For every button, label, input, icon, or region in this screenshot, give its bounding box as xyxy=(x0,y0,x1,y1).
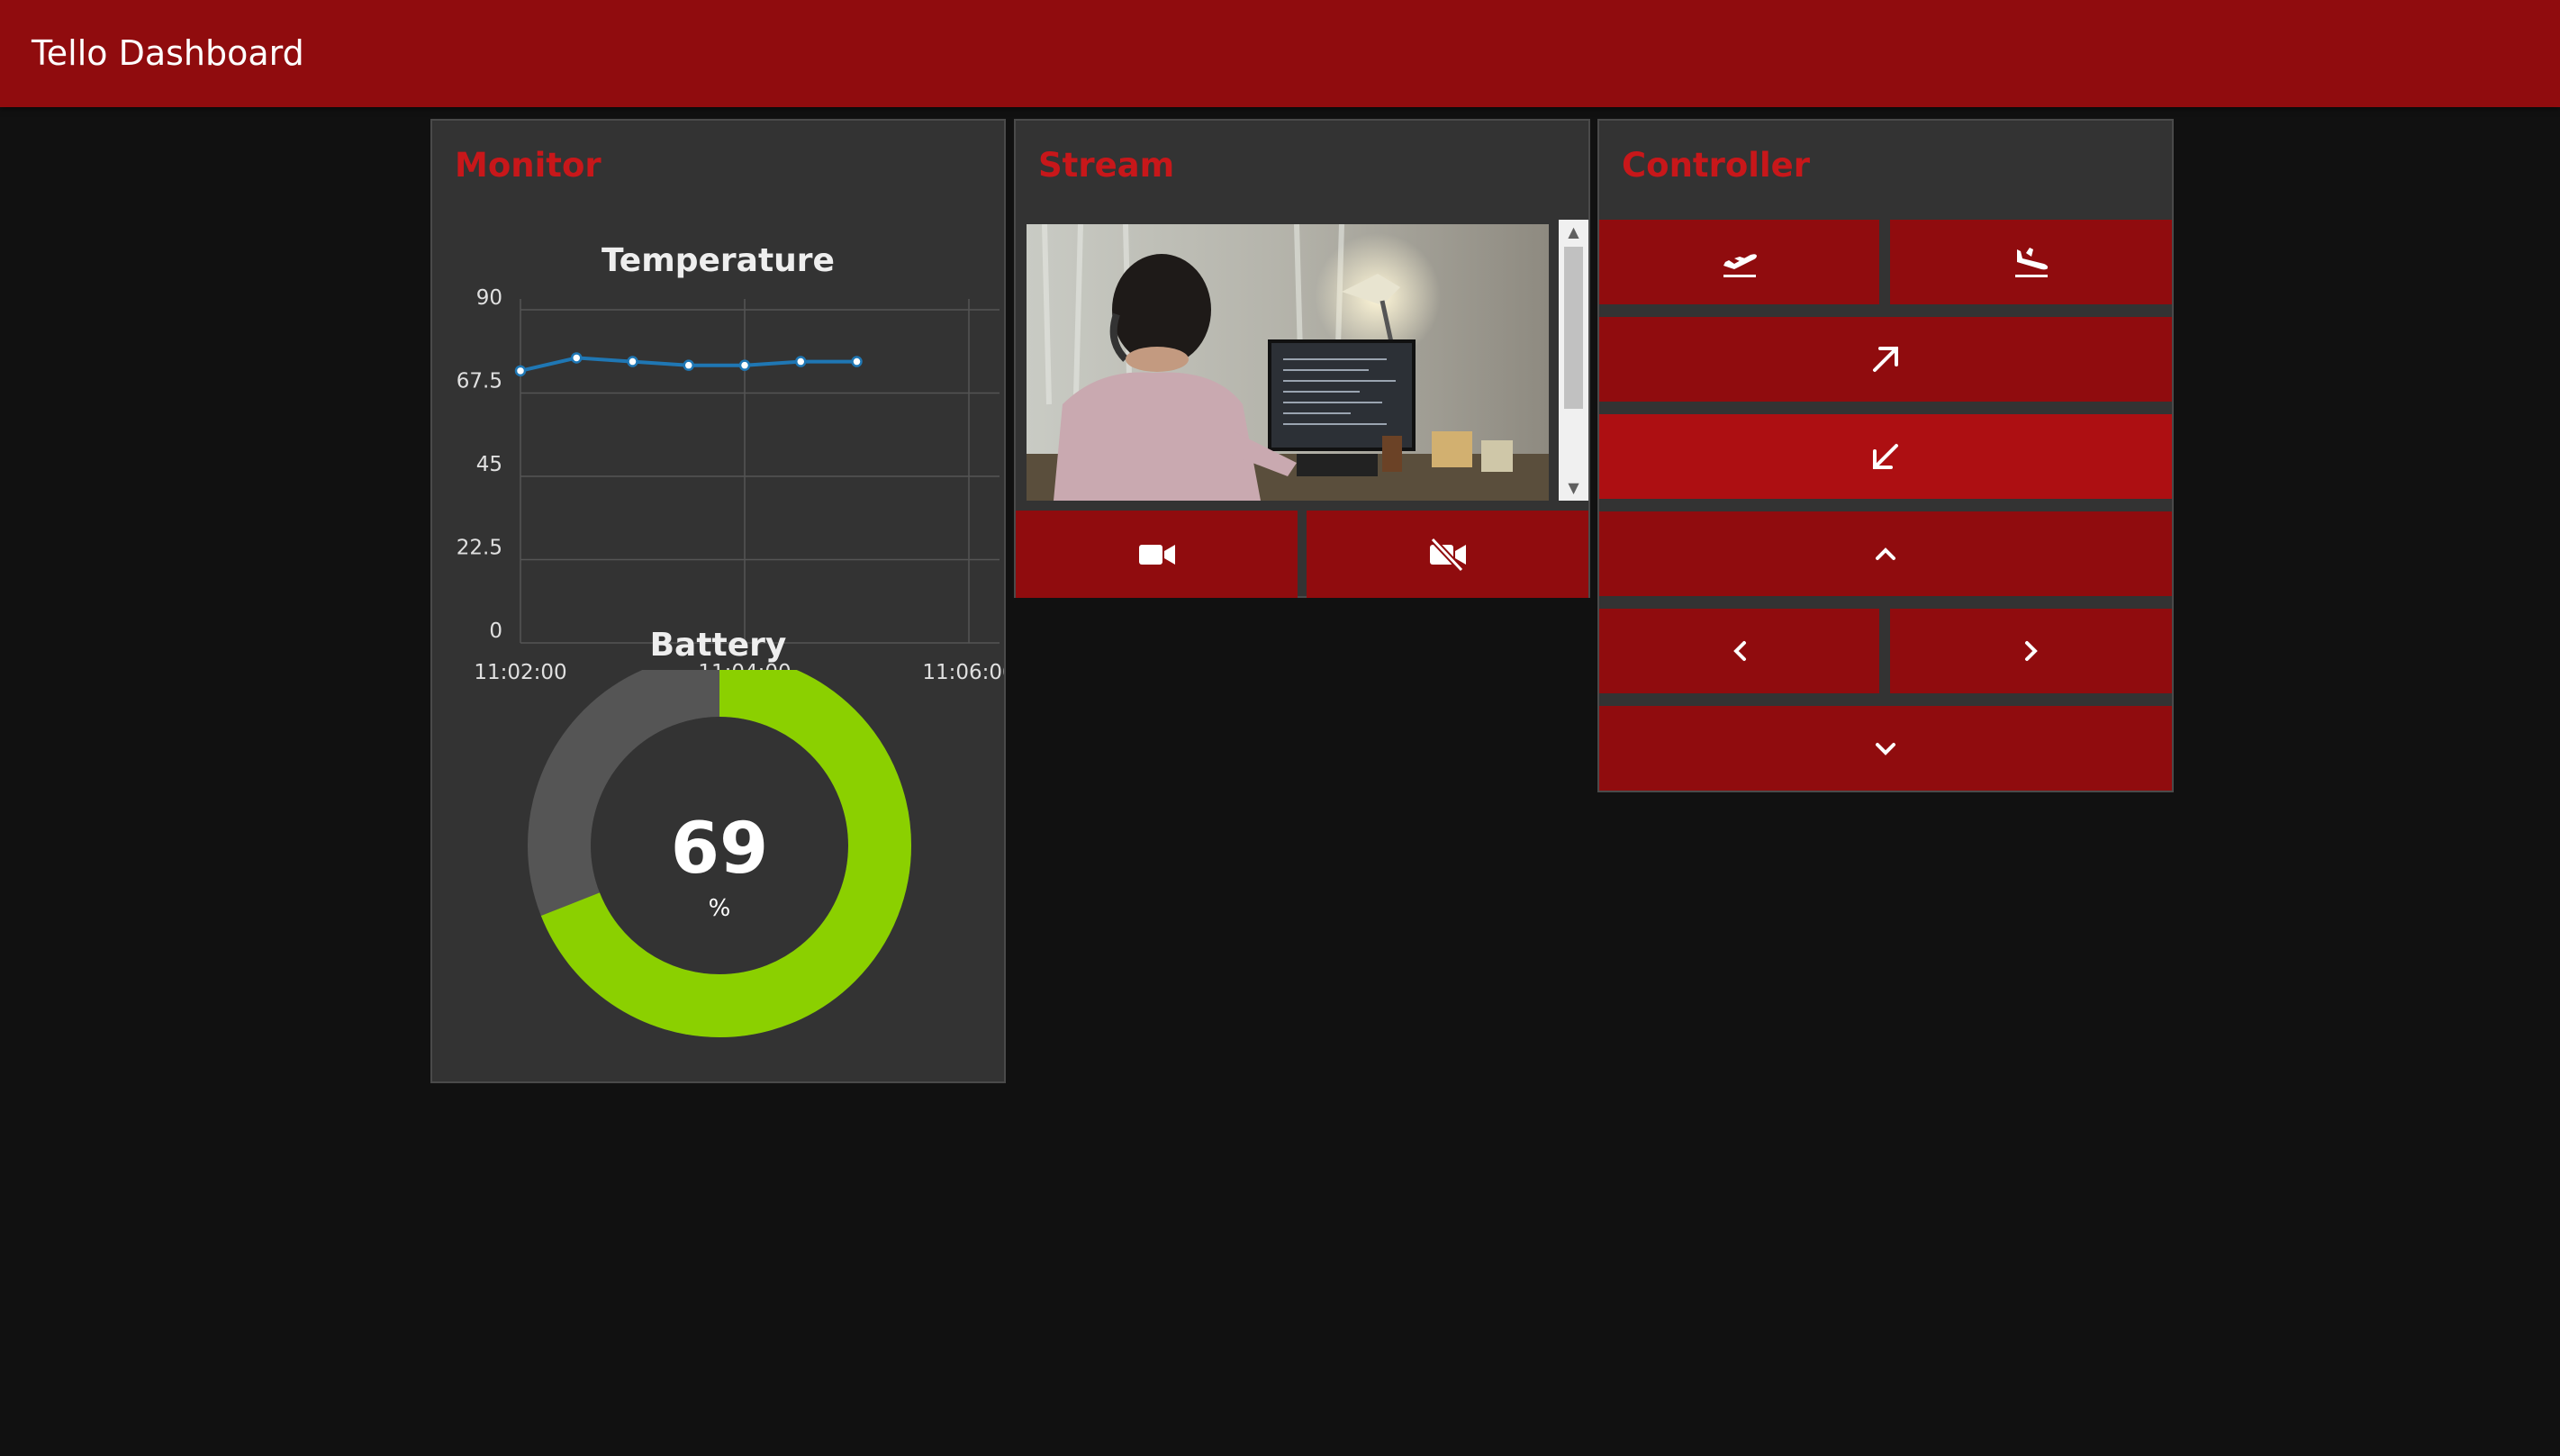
scroll-up-arrow-icon[interactable]: ▲ xyxy=(1559,222,1588,243)
battery-gauge-title: Battery xyxy=(649,627,787,664)
chevron-up-icon xyxy=(1876,547,1895,560)
video-camera-icon xyxy=(1138,544,1175,565)
temperature-point xyxy=(571,352,583,364)
video-camera-off-icon xyxy=(1429,537,1466,572)
temperature-point xyxy=(795,356,807,367)
chevron-right-icon xyxy=(2024,641,2038,661)
temperature-chart-title: Temperature xyxy=(602,242,835,279)
stream-scrollbar[interactable]: ▲ ▼ xyxy=(1559,220,1588,501)
video-stream xyxy=(1027,224,1549,501)
controller-card: Controller xyxy=(1597,119,2174,792)
chevron-down-icon xyxy=(1876,743,1895,755)
scroll-down-arrow-icon[interactable]: ▼ xyxy=(1559,477,1588,499)
move-up-right-button[interactable] xyxy=(1599,317,2172,402)
stream-title: Stream xyxy=(1038,146,1175,185)
temperature-point xyxy=(683,359,694,371)
monitor-card: Monitor Temperature 0 22.5 45 67.5 90 11:02:0… xyxy=(430,119,1006,1083)
scrollbar-thumb[interactable] xyxy=(1564,247,1583,409)
left-button[interactable] xyxy=(1599,609,1879,693)
stream-start-button[interactable] xyxy=(1016,511,1298,598)
temperature-point xyxy=(627,356,638,367)
arrow-down-left-icon xyxy=(1873,444,1898,469)
right-button[interactable] xyxy=(1890,609,2172,693)
app-title: Tello Dashboard xyxy=(32,33,304,73)
move-down-left-button[interactable] xyxy=(1599,414,2172,499)
temperature-point xyxy=(514,365,527,377)
stream-card: Stream ▲ ▼ xyxy=(1014,119,1590,598)
stream-stop-button[interactable] xyxy=(1307,511,1588,598)
forward-button[interactable] xyxy=(1599,511,2172,596)
land-button[interactable] xyxy=(1890,220,2172,304)
backward-button[interactable] xyxy=(1599,706,2172,791)
battery-unit: % xyxy=(709,895,731,922)
y-tick-label: 22.5 xyxy=(457,537,502,560)
land-icon xyxy=(2014,248,2048,277)
battery-gauge: 69 % xyxy=(528,670,911,1037)
temperature-point xyxy=(851,356,863,367)
battery-value: 69 xyxy=(671,809,769,890)
chevron-left-icon xyxy=(1732,641,1746,661)
top-bar: Tello Dashboard xyxy=(0,0,2560,107)
controller-title: Controller xyxy=(1622,146,1810,185)
y-tick-label: 90 xyxy=(476,286,502,310)
takeoff-button[interactable] xyxy=(1599,220,1879,304)
arrow-up-right-icon xyxy=(1873,347,1898,372)
temperature-point xyxy=(738,359,751,371)
monitor-title: Monitor xyxy=(455,146,602,185)
y-tick-label: 45 xyxy=(476,453,502,476)
y-tick-label: 67.5 xyxy=(457,370,502,393)
takeoff-icon xyxy=(1723,254,1757,277)
